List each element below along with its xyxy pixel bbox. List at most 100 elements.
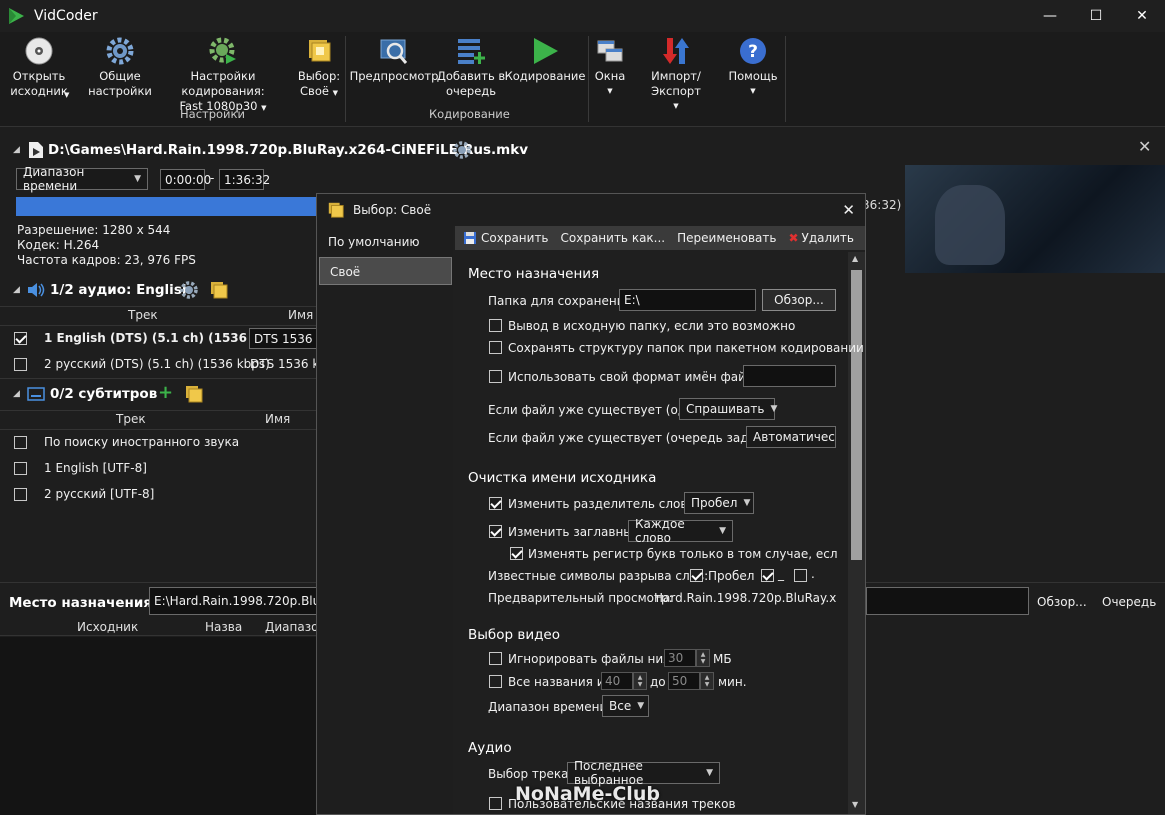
dialog-close-button[interactable]: ✕ bbox=[842, 201, 855, 219]
delete-button[interactable]: Удалить bbox=[802, 231, 855, 245]
general-settings-button[interactable]: Общие настройки bbox=[82, 36, 158, 99]
rename-button[interactable]: Переименовать bbox=[677, 231, 776, 245]
end-time-field[interactable]: 1:36:32 bbox=[219, 169, 270, 190]
help-button[interactable]: ? Помощь ▼ bbox=[724, 36, 782, 99]
chevron-down-icon: ▼ bbox=[770, 404, 778, 414]
subtitles-panel: ◢ 0/2 субтитров + Трек Имя По поиску ино… bbox=[0, 378, 316, 518]
dialog-scrollbar[interactable]: ▲ ▼ bbox=[848, 252, 865, 814]
subtitle-track-2-checkbox[interactable] bbox=[14, 488, 27, 501]
scroll-down-icon[interactable]: ▼ bbox=[852, 800, 858, 809]
save-button[interactable]: Сохранить bbox=[481, 231, 549, 245]
audio-track-1-checkbox[interactable] bbox=[14, 332, 27, 345]
save-folder-field[interactable]: E:\ bbox=[619, 289, 756, 311]
exists-queue-select[interactable]: Автоматическо bbox=[746, 426, 836, 448]
windows-button[interactable]: Окна ▼ bbox=[592, 36, 628, 99]
audio-columns-header bbox=[0, 306, 316, 326]
to-stepper[interactable]: 50 ▲ ▼ bbox=[668, 672, 714, 690]
ignore-below-stepper[interactable]: 30 ▲ ▼ bbox=[664, 649, 710, 667]
time-range-select[interactable]: Все ▼ bbox=[602, 695, 649, 717]
break-underscore-checkbox[interactable] bbox=[761, 569, 774, 582]
dialog-toolbar: Сохранить Сохранить как... Переименовать… bbox=[455, 226, 865, 250]
capitalization-checkbox[interactable] bbox=[489, 525, 502, 538]
subtitle-track-1-checkbox[interactable] bbox=[14, 462, 27, 475]
custom-format-checkbox[interactable] bbox=[489, 370, 502, 383]
ignore-below-checkbox[interactable] bbox=[489, 652, 502, 665]
capitalization-select[interactable]: Каждое слово ▼ bbox=[628, 517, 733, 545]
folder-icon[interactable] bbox=[209, 280, 229, 300]
title-bar: VidCoder — ☐ ✕ bbox=[0, 0, 1165, 32]
preview-magnifier-icon bbox=[380, 39, 408, 64]
encoding-settings-button[interactable]: Настройки кодирования: Fast 1080p30 ▼ bbox=[150, 36, 296, 116]
preview-value: Hard.Rain.1998.720p.BluRay.x264-C bbox=[654, 591, 837, 605]
save-icon bbox=[464, 232, 476, 244]
codec-text: Кодек: H.264 bbox=[17, 238, 100, 252]
import-export-button[interactable]: Импорт/Экспорт ▼ bbox=[628, 36, 724, 114]
disc-icon bbox=[25, 37, 53, 65]
collapse-arrow-icon[interactable]: ◢ bbox=[13, 285, 20, 295]
vidcoder-logo-icon bbox=[9, 8, 24, 24]
break-space-checkbox[interactable] bbox=[690, 569, 703, 582]
collapse-arrow-icon[interactable]: ◢ bbox=[13, 389, 20, 399]
preview-button[interactable]: Предпросмотр bbox=[350, 36, 438, 84]
minimize-button[interactable]: — bbox=[1027, 0, 1073, 32]
close-button[interactable]: ✕ bbox=[1119, 0, 1165, 32]
open-source-button[interactable]: Открыть исходник ▼ bbox=[8, 36, 70, 99]
add-subtitle-icon[interactable]: + bbox=[158, 382, 173, 403]
break-dot-label: . bbox=[811, 567, 815, 581]
col-source: Исходник bbox=[77, 620, 139, 634]
word-separator-checkbox[interactable] bbox=[489, 497, 502, 510]
range-type-select[interactable]: Диапазон времени ▼ bbox=[16, 165, 148, 193]
output-to-source-checkbox[interactable] bbox=[489, 319, 502, 332]
exists-single-select[interactable]: Спрашивать ▼ bbox=[679, 398, 778, 420]
play-icon bbox=[534, 38, 558, 64]
audio-track-2-checkbox[interactable] bbox=[14, 358, 27, 371]
gear-icon[interactable] bbox=[179, 280, 199, 300]
start-time-field[interactable]: 0:00:00 bbox=[160, 169, 211, 190]
stepper-arrows-icon[interactable]: ▲ ▼ bbox=[633, 672, 647, 690]
custom-format-label: Использовать свой формат имён файлов: bbox=[508, 370, 773, 384]
time-range-bar[interactable] bbox=[16, 197, 318, 216]
chevron-down-icon: ▼ bbox=[332, 89, 338, 97]
maximize-button[interactable]: ☐ bbox=[1073, 0, 1119, 32]
scroll-thumb[interactable] bbox=[851, 270, 862, 560]
chevron-down-icon: ▼ bbox=[743, 498, 751, 508]
ignore-below-label: Игнорировать файлы ниже bbox=[508, 652, 682, 666]
chevron-down-icon: ▼ bbox=[673, 102, 679, 110]
break-dot-checkbox[interactable] bbox=[794, 569, 807, 582]
word-separator-select[interactable]: Пробел ▼ bbox=[684, 492, 754, 514]
scroll-up-icon[interactable]: ▲ bbox=[852, 254, 858, 263]
preview-label: Предварительный просмотр: bbox=[488, 591, 673, 605]
audio-track-1-name-field[interactable]: DTS 1536 kp bbox=[249, 328, 319, 349]
ribbon-toolbar: Открыть исходник ▼ Общие настройки Настр… bbox=[0, 32, 1165, 127]
case-only-checkbox[interactable] bbox=[510, 547, 523, 560]
watermark: NoNaMe-Club bbox=[515, 783, 660, 805]
save-folder-label: Папка для сохранения: bbox=[488, 294, 636, 308]
destination-path-field[interactable]: E:\Hard.Rain.1998.720p.BluRay bbox=[149, 587, 329, 615]
preset-item-custom[interactable]: Своё bbox=[319, 257, 452, 285]
gear-icon[interactable] bbox=[452, 140, 472, 160]
custom-format-field[interactable] bbox=[743, 365, 836, 387]
stepper-arrows-icon[interactable]: ▲ ▼ bbox=[700, 672, 714, 690]
destination-path-field-tail[interactable] bbox=[866, 587, 1029, 615]
from-stepper[interactable]: 40 ▲ ▼ bbox=[601, 672, 647, 690]
preset-item-default[interactable]: По умолчанию bbox=[318, 228, 453, 256]
close-source-icon[interactable]: ✕ bbox=[1138, 137, 1151, 156]
encode-button[interactable]: Кодирование bbox=[505, 36, 585, 84]
subtitle-track-0-checkbox[interactable] bbox=[14, 436, 27, 449]
min-label: мин. bbox=[718, 675, 747, 689]
track-choice-select[interactable]: Последнее выбранное ▼ bbox=[567, 759, 720, 787]
folder-icon[interactable] bbox=[184, 384, 204, 404]
collapse-arrow-icon[interactable]: ◢ bbox=[13, 145, 20, 155]
save-as-button[interactable]: Сохранить как... bbox=[561, 231, 666, 245]
queue-tab[interactable]: Очередь bbox=[1102, 595, 1156, 609]
keep-structure-checkbox[interactable] bbox=[489, 341, 502, 354]
custom-track-names-checkbox[interactable] bbox=[489, 797, 502, 810]
folder-icon bbox=[309, 40, 331, 62]
destination-browse-button[interactable]: Обзор... bbox=[1037, 595, 1087, 609]
all-titles-checkbox[interactable] bbox=[489, 675, 502, 688]
save-folder-browse-button[interactable]: Обзор... bbox=[762, 289, 836, 311]
preset-choice-button[interactable]: Выбор: Своё ▼ bbox=[296, 36, 342, 101]
delete-icon: ✖ bbox=[788, 231, 799, 245]
stepper-arrows-icon[interactable]: ▲ ▼ bbox=[696, 649, 710, 667]
add-to-queue-button[interactable]: Добавить в очередь bbox=[436, 36, 506, 99]
